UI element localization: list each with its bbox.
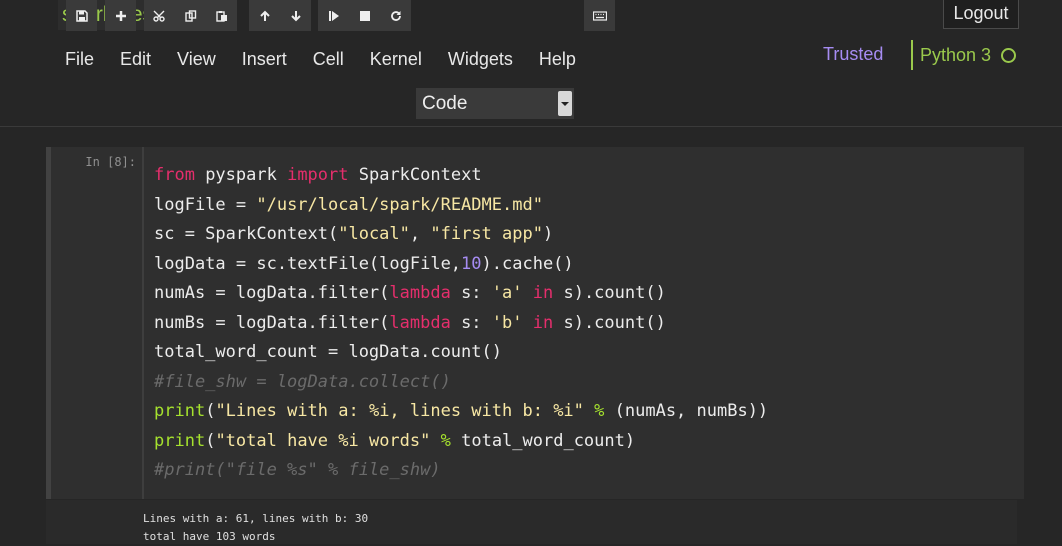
toolbar-group-run xyxy=(318,0,411,31)
chevron-down-icon xyxy=(558,91,572,116)
copy-icon xyxy=(184,9,196,22)
menu-view[interactable]: View xyxy=(164,44,229,76)
logout-button[interactable]: Logout xyxy=(943,0,1019,29)
toolbar-group-keyboard xyxy=(584,0,615,31)
keyboard-icon xyxy=(592,10,607,21)
cut-button[interactable] xyxy=(144,0,175,31)
menu-cell[interactable]: Cell xyxy=(300,44,357,76)
save-icon xyxy=(75,9,88,22)
output-text: Lines with a: 61, lines with b: 30 total … xyxy=(143,510,368,546)
menu-kernel[interactable]: Kernel xyxy=(357,44,435,76)
toolbar-group-edit xyxy=(144,0,237,31)
code-editor[interactable]: from pyspark import SparkContext logFile … xyxy=(154,161,768,486)
arrow-up-icon xyxy=(259,10,270,21)
restart-button[interactable] xyxy=(380,0,411,31)
cell-type-value: Code xyxy=(422,93,468,114)
paste-icon xyxy=(215,10,227,22)
trusted-indicator[interactable]: Trusted xyxy=(823,42,883,66)
insert-cell-button[interactable] xyxy=(105,0,136,31)
arrow-down-icon xyxy=(290,10,301,21)
save-button[interactable] xyxy=(66,0,97,31)
code-line: #print("file %s" % file_shw) xyxy=(154,460,441,480)
toolbar-group-insert xyxy=(105,0,136,31)
cell-output: Lines with a: 61, lines with b: 30 total … xyxy=(46,500,1017,544)
menu-insert[interactable]: Insert xyxy=(229,44,300,76)
restart-icon xyxy=(390,10,401,21)
menu-file[interactable]: File xyxy=(52,44,107,76)
output-line: Lines with a: 61, lines with b: 30 xyxy=(143,512,369,525)
stop-icon xyxy=(359,10,370,21)
code-line: sc = SparkContext("local", "first app") xyxy=(154,224,554,244)
code-line: total_word_count = logData.count() xyxy=(154,342,502,362)
run-button[interactable] xyxy=(318,0,349,31)
menu-help[interactable]: Help xyxy=(526,44,589,76)
menu-edit[interactable]: Edit xyxy=(107,44,164,76)
code-line: numAs = logData.filter(lambda s: 'a' in … xyxy=(154,283,666,303)
code-line: #file_shw = logData.collect() xyxy=(154,371,451,392)
command-palette-button[interactable] xyxy=(584,0,615,31)
code-line: from pyspark import SparkContext xyxy=(154,165,482,185)
copy-button[interactable] xyxy=(175,0,206,31)
cut-icon xyxy=(152,10,165,22)
notebook-header: spark_test1 Logout File Edit View Insert… xyxy=(0,0,1062,127)
menu-widgets[interactable]: Widgets xyxy=(435,44,526,76)
code-line: print("total have %i words" % total_word… xyxy=(154,430,636,451)
code-line: logFile = "/usr/local/spark/README.md" xyxy=(154,194,543,215)
cell-input[interactable]: from pyspark import SparkContext logFile … xyxy=(142,147,1024,499)
move-down-button[interactable] xyxy=(280,0,311,31)
code-line: logData = sc.textFile(logFile,10).cache(… xyxy=(154,253,574,274)
code-line: print("Lines with a: %i, lines with b: %… xyxy=(154,401,769,421)
toolbar-group-save xyxy=(66,0,97,31)
kernel-idle-icon xyxy=(1001,47,1017,63)
move-up-button[interactable] xyxy=(249,0,280,31)
kernel-name: Python 3 xyxy=(920,45,992,65)
output-line: total have 103 words xyxy=(143,530,276,543)
kernel-indicator[interactable]: Python 3 xyxy=(911,40,1017,70)
cell-type-select[interactable]: Code xyxy=(416,88,574,119)
run-step-icon xyxy=(328,10,339,21)
interrupt-button[interactable] xyxy=(349,0,380,31)
toolbar-group-move xyxy=(249,0,311,31)
menubar: File Edit View Insert Cell Kernel Widget… xyxy=(52,44,589,76)
plus-icon xyxy=(115,10,126,21)
code-line: numBs = logData.filter(lambda s: 'b' in … xyxy=(154,312,666,333)
cell-prompt: In [8]: xyxy=(85,155,136,169)
paste-button[interactable] xyxy=(206,0,237,31)
code-cell[interactable]: In [8]: from pyspark import SparkContext… xyxy=(46,147,1024,499)
